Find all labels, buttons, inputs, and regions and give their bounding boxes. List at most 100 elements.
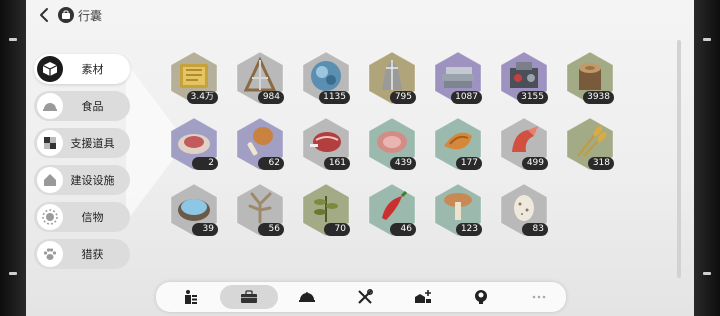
scrollbar[interactable]: [677, 40, 681, 278]
right-bezel: [694, 0, 720, 316]
item-slot-drumstick[interactable]: 62: [232, 116, 288, 172]
toolbar-build-button[interactable]: [394, 285, 452, 309]
item-slot-deer-antler[interactable]: 56: [232, 182, 288, 238]
sidebar-item-support-tools[interactable]: 支援道具: [34, 128, 130, 158]
item-slot-egg[interactable]: 83: [496, 182, 552, 238]
sidebar-item-label: 信物: [81, 211, 104, 224]
dish-cover-icon: [37, 93, 63, 119]
toolbar-bag-button[interactable]: [220, 285, 278, 309]
item-slot-raw-meat-plate[interactable]: 2: [166, 116, 222, 172]
item-count: 70: [324, 223, 350, 236]
item-count: 984: [258, 91, 284, 104]
item-slot-mushroom[interactable]: 123: [430, 182, 486, 238]
item-count: 318: [588, 157, 614, 170]
item-slot-ham[interactable]: 439: [364, 116, 420, 172]
sidebar-item-label: 猎获: [81, 248, 104, 261]
metal-bars-icon: [442, 67, 474, 88]
sidebar-item-tokens[interactable]: 信物: [34, 202, 130, 232]
sidebar-item-label: 素材: [81, 63, 104, 76]
sidebar-item-hunt[interactable]: 猎获: [34, 239, 130, 269]
item-slot-chili-pepper[interactable]: 46: [364, 182, 420, 238]
tree-stump-icon: [579, 63, 601, 90]
item-slot-crab-claw[interactable]: 499: [496, 116, 552, 172]
sidebar-item-label: 支援道具: [70, 137, 115, 150]
wood-frame-icon: [243, 56, 277, 92]
item-count: 3.4万: [186, 91, 218, 104]
item-count: 3938: [583, 91, 614, 104]
category-sidebar: 素材 食品 支援道具 建设设施 信物 猎获: [34, 54, 134, 276]
toolbar-more-button[interactable]: [510, 285, 568, 309]
bezel-tick: [703, 272, 711, 275]
toolbar-character-button[interactable]: [162, 285, 220, 309]
item-count: 46: [390, 223, 416, 236]
badge-icon: [475, 290, 487, 304]
item-slot-herb[interactable]: 70: [298, 182, 354, 238]
item-count: 1087: [451, 91, 482, 104]
item-slot-crystal-stone[interactable]: 795: [364, 50, 420, 106]
item-count: 123: [456, 223, 482, 236]
build-plus-icon: [415, 290, 431, 303]
header: 行囊: [26, 0, 694, 30]
item-count: 56: [258, 223, 284, 236]
food-cover-icon: [299, 292, 315, 302]
item-slot-gold-book[interactable]: 3.4万: [166, 50, 222, 106]
ham-icon: [377, 131, 407, 153]
item-slot-tree-stump[interactable]: 3938: [562, 50, 618, 106]
sidebar-item-food[interactable]: 食品: [34, 91, 130, 121]
salt-bowl-icon: [178, 199, 210, 221]
crystal-stone-icon: [382, 60, 402, 90]
item-slot-wood-frame[interactable]: 984: [232, 50, 288, 106]
bezel-tick: [9, 38, 17, 41]
drumstick-icon: [247, 127, 273, 156]
blue-ore-icon: [311, 61, 341, 91]
item-count: 3155: [517, 91, 548, 104]
sidebar-item-label: 食品: [81, 100, 104, 113]
item-slot-machine-parts[interactable]: 3155: [496, 50, 552, 106]
sidebar-item-label: 建设设施: [70, 174, 115, 187]
item-count: 1135: [319, 91, 350, 104]
paw-icon: [37, 241, 63, 267]
left-bezel: [0, 0, 26, 316]
item-slot-metal-bars[interactable]: 1087: [430, 50, 486, 106]
item-slot-blue-ore[interactable]: 1135: [298, 50, 354, 106]
toolbox-icon: [241, 290, 257, 303]
item-count: 62: [258, 157, 284, 170]
inventory-screen: 行囊 素材 食品 支援道具 建设设施 信物 猎获 3.4万 984 1135 7…: [26, 0, 694, 316]
raw-meat-plate-icon: [178, 134, 210, 154]
machine-parts-icon: [510, 62, 538, 88]
more-icon: [532, 295, 546, 299]
item-slot-steak[interactable]: 161: [298, 116, 354, 172]
sun-token-icon: [37, 204, 63, 230]
chili-pepper-icon: [382, 190, 408, 220]
sidebar-item-materials[interactable]: 素材: [34, 54, 130, 84]
sidebar-item-construction[interactable]: 建设设施: [34, 165, 130, 195]
bag-icon: [58, 7, 74, 23]
steak-icon: [310, 132, 341, 152]
item-count: 83: [522, 223, 548, 236]
person-bars-icon: [185, 290, 197, 304]
deer-antler-icon: [248, 192, 272, 224]
item-count: 39: [192, 223, 218, 236]
item-count: 2: [192, 157, 218, 170]
toolbar-tools-button[interactable]: [336, 285, 394, 309]
item-slot-roast-wing[interactable]: 177: [430, 116, 486, 172]
item-count: 439: [390, 157, 416, 170]
page-title: 行囊: [78, 9, 103, 23]
tools-icon: [358, 289, 373, 304]
cube-icon: [37, 56, 63, 82]
wheat-icon: [577, 126, 607, 157]
item-slot-wheat[interactable]: 318: [562, 116, 618, 172]
back-icon[interactable]: [36, 6, 54, 24]
item-slot-salt-bowl[interactable]: 39: [166, 182, 222, 238]
item-count: 795: [390, 91, 416, 104]
device-frame: 行囊 素材 食品 支援道具 建设设施 信物 猎获 3.4万 984 1135 7…: [0, 0, 720, 316]
toolbar-food-button[interactable]: [278, 285, 336, 309]
bottom-toolbar: [156, 282, 566, 312]
herb-icon: [314, 196, 338, 222]
gold-book-icon: [180, 64, 208, 88]
bezel-tick: [9, 272, 17, 275]
item-count: 499: [522, 157, 548, 170]
item-count: 177: [456, 157, 482, 170]
toolbar-badge-button[interactable]: [452, 285, 510, 309]
house-icon: [37, 167, 63, 193]
